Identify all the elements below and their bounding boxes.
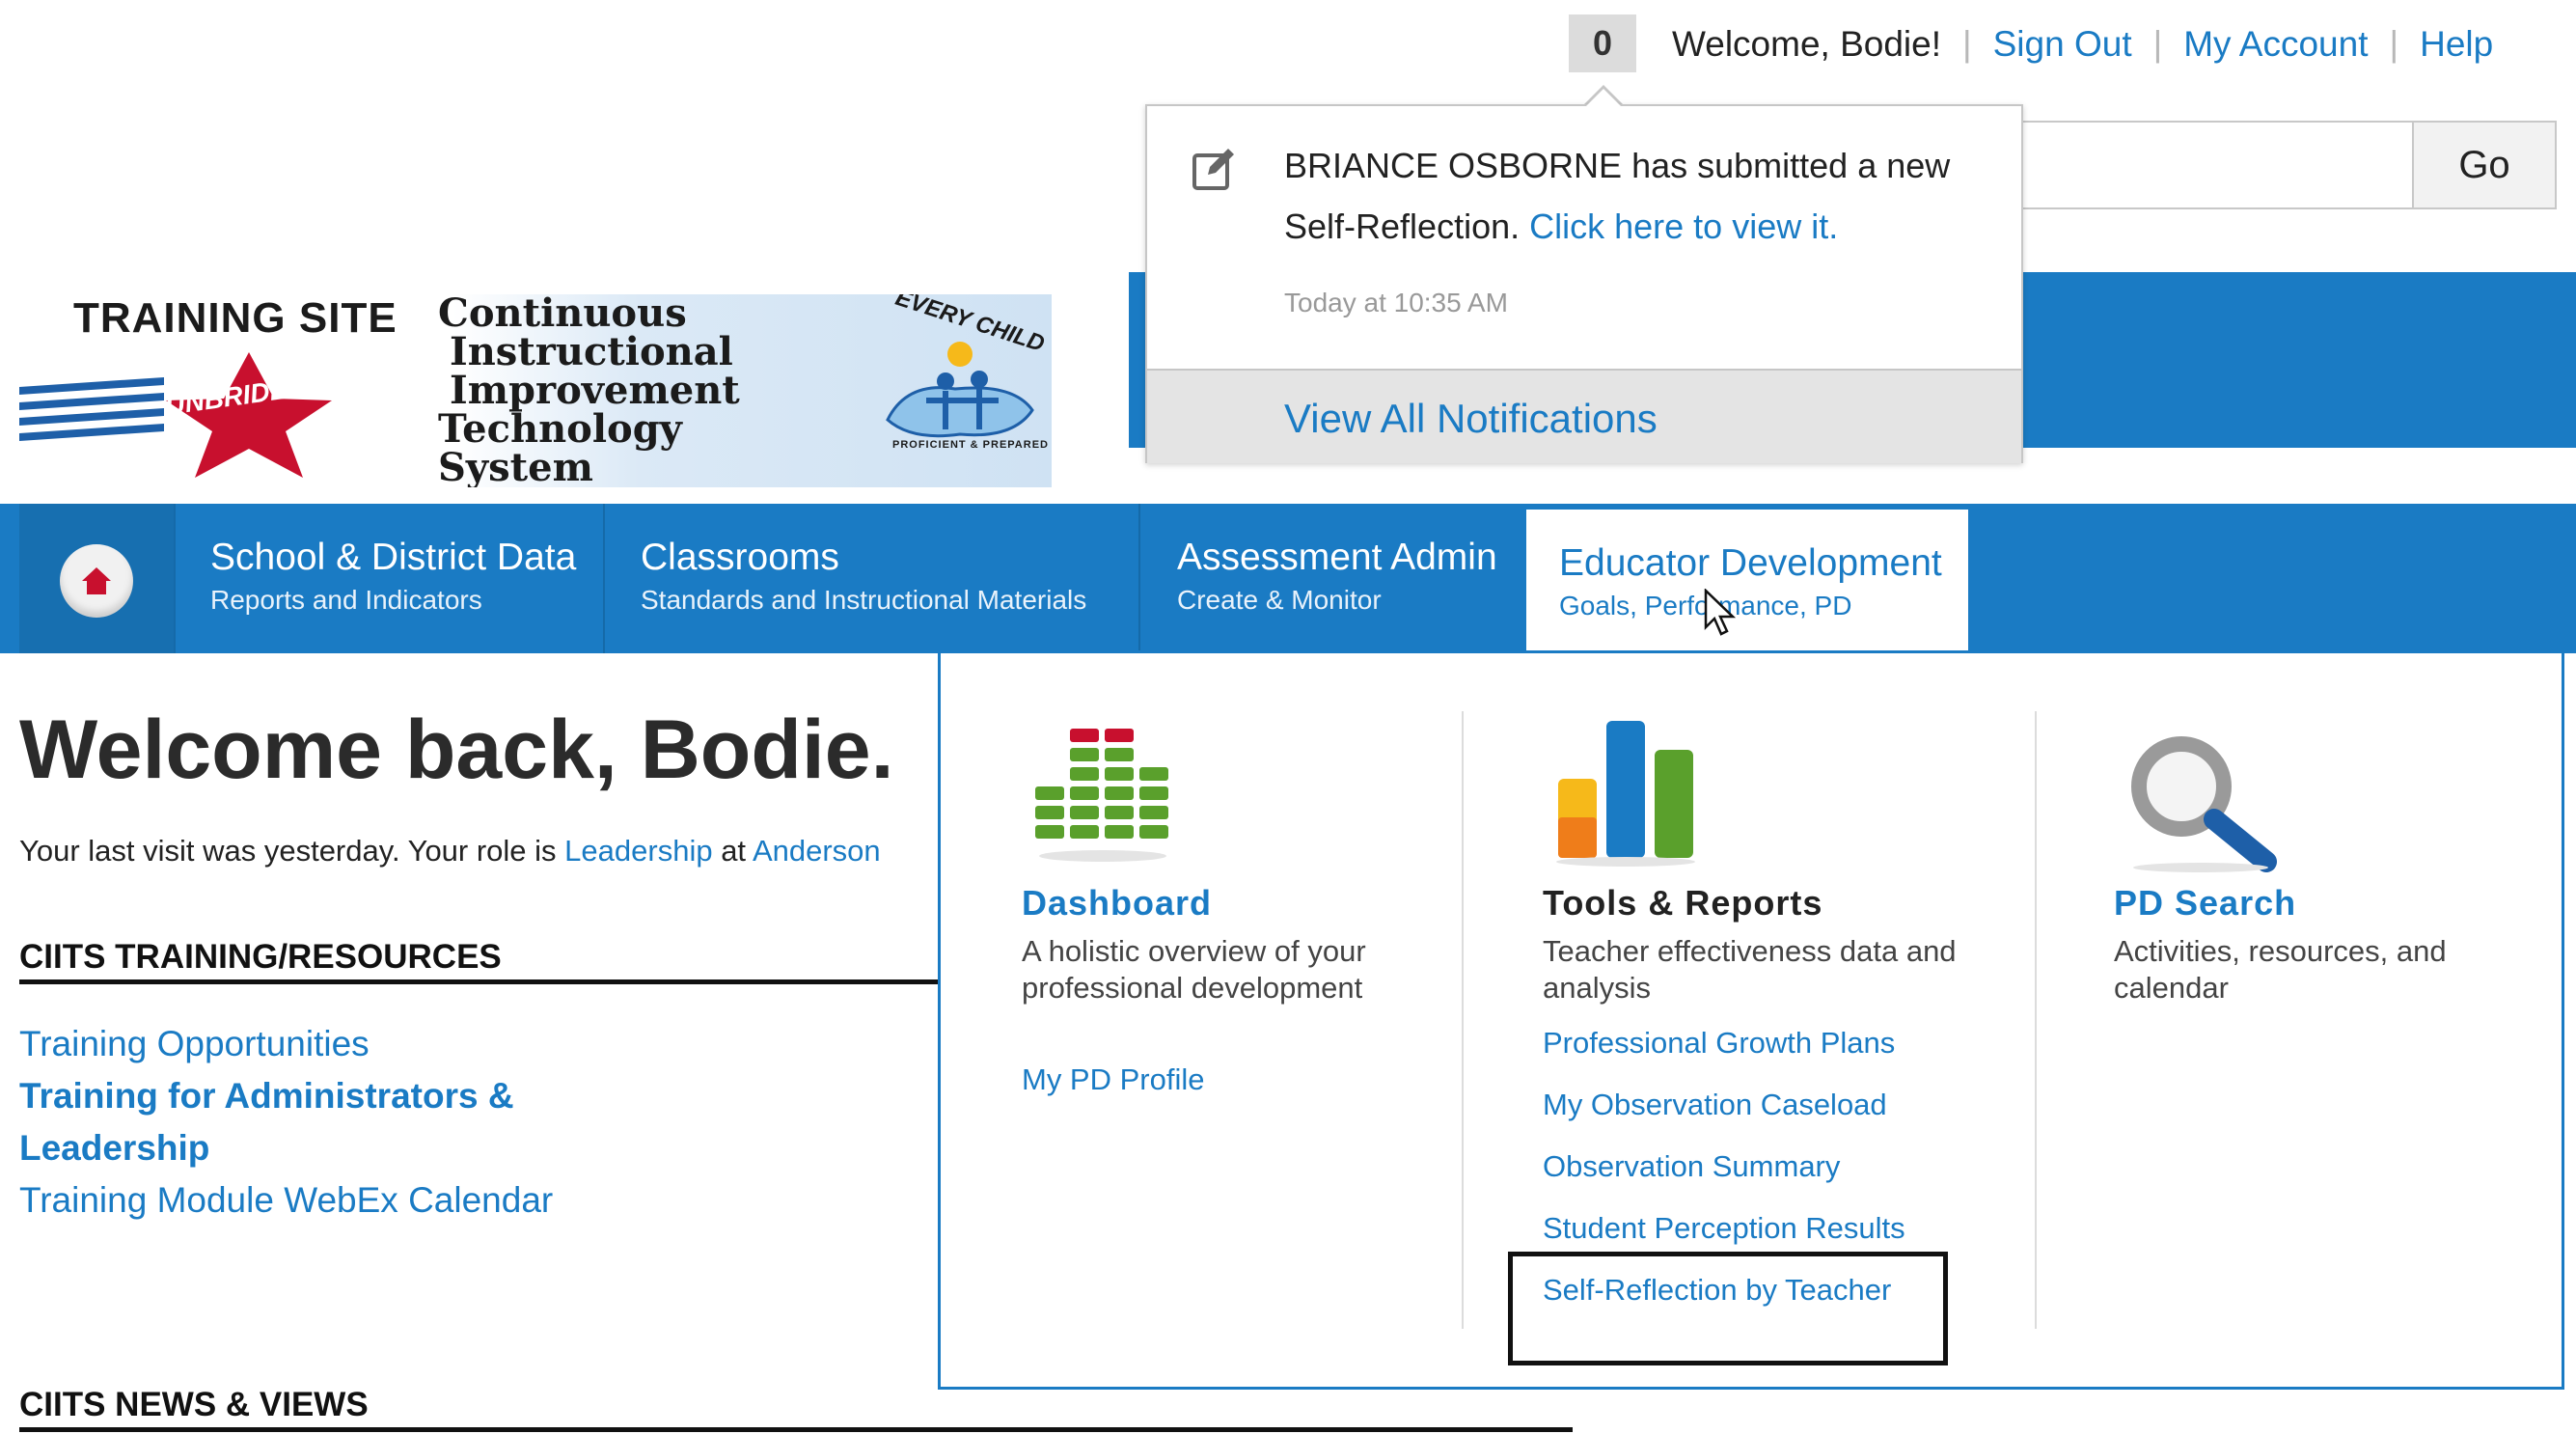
dashboard-description: A holistic overview of your professional… xyxy=(1022,934,1366,1005)
nav-item-title: Assessment Admin xyxy=(1177,537,1497,578)
resources-heading: CIITS TRAINING/RESOURCES xyxy=(19,938,502,976)
nav-item-title: School & District Data xyxy=(210,537,577,578)
page-title: Welcome back, Bodie. xyxy=(19,703,894,796)
student-perception-results-link[interactable]: Student Perception Results xyxy=(1543,1211,1905,1246)
dashboard-link[interactable]: Dashboard xyxy=(1022,883,1212,924)
webex-calendar-link[interactable]: Training Module WebEx Calendar xyxy=(19,1180,553,1220)
section-divider xyxy=(19,1427,1573,1432)
welcome-text: Welcome, Bodie! xyxy=(1672,24,1941,64)
bar-chart-icon[interactable] xyxy=(1554,721,1699,868)
column-divider xyxy=(1462,711,1464,1329)
nav-item-title: Educator Development xyxy=(1559,542,1942,584)
magnifier-icon[interactable] xyxy=(2125,731,2280,875)
notification-count-badge[interactable]: 0 xyxy=(1569,14,1636,72)
nav-item-educator-development[interactable]: Educator Development Goals, Performance,… xyxy=(1526,510,1968,659)
logo-system-name: Continuous Instructional Improvement Tec… xyxy=(438,294,740,487)
logo-training-site: TRAINING SITE xyxy=(73,294,397,342)
my-account-link[interactable]: My Account xyxy=(2183,24,2368,65)
main-nav: School & District Data Reports and Indic… xyxy=(0,504,2576,659)
training-administrators-link[interactable]: Training for Administrators & Leadership xyxy=(19,1076,514,1168)
sign-out-link[interactable]: Sign Out xyxy=(1993,24,2132,65)
logo-name-line: Improvement xyxy=(450,368,740,413)
notification-time: Today at 10:35 AM xyxy=(1284,288,1508,317)
nav-item-subtitle: Standards and Instructional Materials xyxy=(641,585,1087,615)
nav-item-subtitle: Reports and Indicators xyxy=(210,585,482,615)
last-visit-at: at xyxy=(712,834,753,868)
last-visit-text: Your last visit was yesterday. Your role… xyxy=(19,834,881,869)
notification-footer: View All Notifications xyxy=(1147,369,2021,463)
highlight-box xyxy=(1508,1252,1948,1365)
my-pd-profile-link[interactable]: My PD Profile xyxy=(1022,1062,1204,1097)
pd-search-link[interactable]: PD Search xyxy=(2114,883,2296,924)
go-button[interactable]: Go xyxy=(2412,121,2557,209)
tools-reports-title: Tools & Reports xyxy=(1543,883,1823,923)
nav-divider xyxy=(1138,504,1140,653)
dashboard-grid-icon[interactable] xyxy=(1035,729,1170,866)
column-divider xyxy=(2035,711,2037,1329)
nav-divider xyxy=(174,504,176,653)
utility-separator: | xyxy=(2152,24,2163,64)
notifications-popup: BRIANCE OSBORNE has submitted a new Self… xyxy=(1145,104,2023,463)
observation-summary-link[interactable]: Observation Summary xyxy=(1543,1149,1840,1184)
utility-nav: Welcome, Bodie! | Sign Out | My Account … xyxy=(1672,17,2493,71)
notification-view-link[interactable]: Click here to view it. xyxy=(1529,207,1838,246)
view-all-notifications-link[interactable]: View All Notifications xyxy=(1284,396,1658,442)
site-logo[interactable]: UNBRIDLED LEARNING TRAINING SITE Continu… xyxy=(19,294,1052,487)
resources-links: Training Opportunities Training for Admi… xyxy=(19,1018,617,1227)
observation-caseload-link[interactable]: My Observation Caseload xyxy=(1543,1088,1887,1122)
mouse-cursor-icon xyxy=(1704,589,1737,636)
educator-development-dropdown: Dashboard A holistic overview of your pr… xyxy=(938,650,2564,1390)
home-icon xyxy=(60,544,133,618)
logo-tagline: PROFICIENT & PREPARED FOR SUCCESS xyxy=(892,439,1052,451)
logo-name-line: Instructional xyxy=(450,329,733,374)
nav-home-button[interactable] xyxy=(19,504,174,653)
pd-search-description: Activities, resources, and calendar xyxy=(2114,934,2447,1005)
help-link[interactable]: Help xyxy=(2420,24,2493,65)
utility-separator: | xyxy=(2389,24,2399,64)
logo-name-line: System xyxy=(438,445,593,487)
popup-arrow-inner xyxy=(1585,89,1622,107)
nav-item-title: Classrooms xyxy=(641,537,839,578)
training-opportunities-link[interactable]: Training Opportunities xyxy=(19,1024,370,1063)
last-visit-prefix: Your last visit was yesterday. Your role… xyxy=(19,834,565,868)
utility-separator: | xyxy=(1962,24,1972,64)
professional-growth-plans-link[interactable]: Professional Growth Plans xyxy=(1543,1026,1895,1061)
news-heading: CIITS NEWS & VIEWS xyxy=(19,1386,369,1423)
section-divider xyxy=(19,979,945,984)
notification-message: BRIANCE OSBORNE has submitted a new Self… xyxy=(1284,135,1988,257)
logo-name-line: Continuous xyxy=(438,294,687,336)
edit-icon xyxy=(1192,149,1234,190)
nav-item-subtitle: Create & Monitor xyxy=(1177,585,1382,615)
logo-name-line: Technology xyxy=(438,406,682,452)
role-link[interactable]: Leadership xyxy=(564,834,712,868)
school-link[interactable]: Anderson xyxy=(753,834,881,868)
tools-reports-description: Teacher effectiveness data and analysis xyxy=(1543,934,1957,1005)
nav-divider xyxy=(603,504,605,653)
